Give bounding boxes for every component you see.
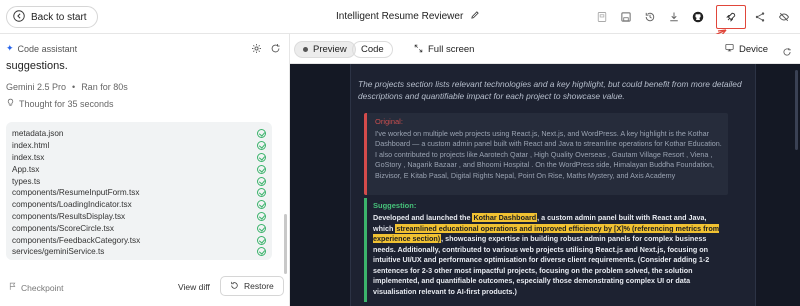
view-tabs: Preview Code Full screen Device (290, 34, 800, 64)
file-name: components/ScoreCircle.tsx (12, 223, 114, 233)
file-item[interactable]: types.ts (12, 175, 266, 187)
tab-preview-label: Preview (313, 44, 347, 55)
check-circle-icon (257, 141, 266, 151)
assistant-message-tail: suggestions. (6, 60, 68, 72)
check-circle-icon (257, 211, 266, 221)
code-assistant-label: Code assistant (17, 43, 78, 54)
file-item[interactable]: components/FeedbackCategory.tsx (12, 234, 266, 246)
device-selector[interactable]: Device (725, 43, 768, 55)
file-name: index.tsx (12, 152, 45, 162)
back-to-start-button[interactable]: Back to start (6, 6, 98, 28)
file-item[interactable]: index.tsx (12, 152, 266, 164)
project-title: Intelligent Resume Reviewer (336, 10, 480, 23)
original-text: I've worked on multiple web projects usi… (375, 129, 722, 180)
app-preview: The projects section lists relevant tech… (290, 64, 800, 306)
file-name: services/geminiService.ts (12, 247, 105, 257)
check-circle-icon (257, 164, 266, 174)
original-label: Original: (375, 117, 403, 126)
model-meta: Gemini 2.5 Pro • Ran for 80s (6, 82, 128, 92)
toolbar-actions (590, 5, 796, 29)
view-diff-link[interactable]: View diff (178, 282, 210, 292)
section-feedback-text: The projects section lists relevant tech… (358, 79, 742, 102)
restore-button[interactable]: Restore (220, 276, 284, 296)
thought-toggle[interactable]: Thought for 35 seconds (6, 98, 114, 109)
tab-code-label: Code (361, 44, 384, 55)
image-icon[interactable] (590, 5, 614, 29)
file-item[interactable]: components/ResultsDisplay.tsx (12, 211, 266, 223)
file-item[interactable]: components/LoadingIndicator.tsx (12, 199, 266, 211)
suggestion-highlight: Kothar Dashboard (472, 213, 538, 222)
suggestion-box: Suggestion: Developed and launched the K… (364, 198, 728, 302)
active-dot-icon (303, 47, 308, 52)
lightbulb-icon (6, 98, 15, 109)
file-name: components/ResultsDisplay.tsx (12, 211, 126, 221)
tab-code[interactable]: Code (352, 41, 393, 58)
download-icon[interactable] (662, 5, 686, 29)
deploy-rocket-icon[interactable] (716, 5, 746, 29)
suggestion-text: Developed and launched the Kothar Dashbo… (373, 213, 722, 297)
file-name: components/FeedbackCategory.tsx (12, 235, 141, 245)
app-title: Intelligent Resume Reviewer (336, 11, 464, 22)
hide-sidebar-icon[interactable] (772, 5, 796, 29)
check-circle-icon (257, 188, 266, 198)
suggestion-label: Suggestion: (373, 201, 417, 210)
original-text-box: Original: I've worked on multiple web pr… (364, 113, 728, 195)
save-icon[interactable] (614, 5, 638, 29)
file-item[interactable]: index.html (12, 140, 266, 152)
restore-icon (230, 281, 239, 292)
file-name: index.html (12, 141, 50, 151)
monitor-icon (725, 43, 734, 55)
sparkle-icon: ✦ (6, 43, 14, 53)
expand-icon (414, 44, 423, 56)
code-assistant-panel: ✦ Code assistant suggestions. Gemini 2.5… (0, 34, 290, 306)
refresh-icon[interactable] (270, 41, 281, 59)
code-assistant-header: ✦ Code assistant (6, 43, 77, 54)
run-duration: Ran for 80s (81, 82, 128, 92)
checkpoint-flag-icon (8, 282, 17, 293)
check-circle-icon (257, 152, 266, 162)
restore-label: Restore (244, 281, 274, 291)
tab-preview[interactable]: Preview (294, 41, 356, 58)
preview-scrollbar[interactable] (795, 70, 798, 150)
settings-gear-icon[interactable] (251, 41, 262, 59)
file-item[interactable]: App.tsx (12, 163, 266, 175)
check-circle-icon (257, 235, 266, 245)
reload-preview-icon[interactable] (782, 44, 792, 62)
file-name: App.tsx (12, 164, 40, 174)
share-icon[interactable] (748, 5, 772, 29)
full-screen-label: Full screen (428, 44, 475, 55)
check-circle-icon (257, 247, 266, 257)
checkpoint-text: Checkpoint (21, 282, 64, 293)
check-circle-icon (257, 129, 266, 139)
meta-separator: • (72, 82, 76, 92)
check-circle-icon (257, 223, 266, 233)
file-item[interactable]: services/geminiService.ts (12, 246, 266, 258)
file-item[interactable]: metadata.json (12, 128, 266, 140)
file-name: components/LoadingIndicator.tsx (12, 200, 132, 210)
file-item[interactable]: components/ScoreCircle.tsx (12, 222, 266, 234)
suggestion-part: , showcasing expertise in building robus… (373, 234, 710, 296)
suggestion-part: Developed and launched the (373, 213, 473, 222)
full-screen-button[interactable]: Full screen (406, 41, 482, 58)
checkpoint-label: Checkpoint (8, 282, 64, 293)
thought-duration: Thought for 35 seconds (19, 98, 114, 109)
assistant-actions (251, 41, 281, 59)
file-name: types.ts (12, 176, 41, 186)
device-label: Device (738, 43, 768, 55)
panel-scrollbar[interactable] (284, 214, 287, 274)
top-bar: Back to start Intelligent Resume Reviewe… (0, 0, 800, 34)
github-icon[interactable] (686, 5, 710, 29)
check-circle-icon (257, 200, 266, 210)
file-item[interactable]: components/ResumeInputForm.tsx (12, 187, 266, 199)
changed-files-list: metadata.json index.html index.tsx App.t… (6, 122, 272, 260)
check-circle-icon (257, 176, 266, 186)
edit-pencil-icon[interactable] (470, 10, 480, 23)
arrow-left-icon (13, 9, 25, 25)
file-name: components/ResumeInputForm.tsx (12, 188, 140, 198)
back-label: Back to start (31, 11, 87, 23)
history-icon[interactable] (638, 5, 662, 29)
file-name: metadata.json (12, 129, 64, 139)
model-name: Gemini 2.5 Pro (6, 82, 67, 92)
